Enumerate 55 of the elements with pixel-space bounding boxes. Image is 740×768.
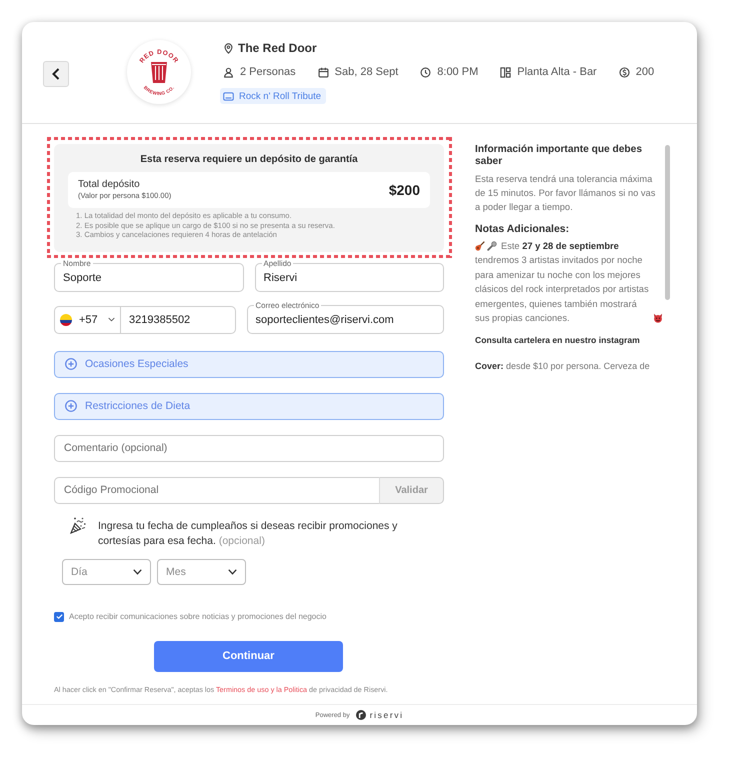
chevron-left-icon (52, 68, 60, 80)
deposit-amount: $200 (388, 182, 420, 198)
consent-text: Acepto recibir comunicaciones sobre noticias y promociones del negocio (69, 612, 326, 621)
field-value: Soporte (63, 270, 103, 286)
dropdown-select[interactable]: Mes (157, 558, 246, 584)
layout-icon (500, 66, 512, 78)
expander-button[interactable]: Restricciones de Dieta (54, 392, 444, 420)
chevron-down-icon (133, 568, 142, 574)
pint-glass-icon (151, 62, 167, 83)
card-icon (223, 90, 234, 102)
field-value: soporteclientes@riservi.com (256, 312, 395, 328)
checkmark-icon (56, 614, 62, 619)
expander-button[interactable]: Ocasiones Especiales (54, 350, 444, 378)
notes-heading: Notas Adicionales: (475, 222, 570, 236)
booking-detail: Sab, 28 Sept (334, 66, 398, 78)
deposit-title: Esta reserva requiere un depósito de garantía (139, 153, 359, 167)
venue-name: The Red Door (238, 41, 317, 55)
phone-number: 3219385502 (129, 314, 190, 326)
calendar-icon (318, 66, 329, 78)
continue-button[interactable]: Continuar (154, 640, 343, 672)
consent-checkbox[interactable] (54, 612, 64, 622)
info-heading: Información importante que debes saber (475, 144, 643, 168)
event-name: Rock n' Roll Tribute (239, 90, 322, 102)
cover-text: Cover: desde $10 por persona. Cerveza de (475, 360, 651, 372)
booking-detail: 200 (636, 66, 654, 78)
microphone-icon (487, 241, 497, 252)
person-icon (223, 66, 234, 78)
birthday-prompt: Ingresa tu fecha de cumpleaños si deseas recibir promociones y cortesías para esa fecha. (opcional) (98, 518, 398, 548)
notes-intro: Este 27 y 28 de septiembre (501, 241, 619, 252)
notes-text: tendremos 3 artistas invitados por noche para amenizar tu noche con los mejores clásicos del rock interpretados por artistas emergentes, quienes también mostrará sus propias canciones. (475, 254, 650, 326)
instagram-prompt: Consulta cartelera en nuestro instagram (475, 334, 641, 346)
info-text: Esta reserva tendrá una tolerancia máxima de 15 minutos. Por favor llámanos si no vas a poder llegar a tiempo. (475, 173, 656, 214)
brand-name: riservi (370, 710, 404, 720)
party-popper-icon (70, 516, 86, 534)
country-code-select[interactable]: +57 (55, 306, 121, 332)
scrollbar[interactable] (665, 145, 670, 300)
clock-icon (420, 66, 432, 78)
chevron-down-icon (108, 317, 115, 322)
back-button[interactable] (43, 61, 69, 87)
comment-field[interactable]: Comentario (opcional) (54, 434, 444, 462)
guitar-icon (475, 241, 485, 252)
dollar-circle-icon (618, 66, 630, 78)
location-pin-icon (223, 42, 234, 54)
booking-detail: 8:00 PM (437, 66, 478, 78)
flag-icon (60, 314, 72, 326)
deposit-total-label: Total depósito (78, 179, 141, 191)
booking-detail: 2 Personas (240, 66, 296, 78)
field-value: Riservi (264, 270, 298, 286)
phone-field[interactable]: +57 3219385502 (54, 306, 236, 334)
logo-mark-icon (356, 710, 366, 720)
booking-detail: Planta Alta - Bar (517, 66, 597, 78)
dropdown-select[interactable]: Día (62, 558, 151, 584)
chevron-down-icon (228, 568, 237, 574)
promo-code-field[interactable]: Código Promocional (54, 476, 379, 504)
devil-face-icon (653, 313, 663, 324)
